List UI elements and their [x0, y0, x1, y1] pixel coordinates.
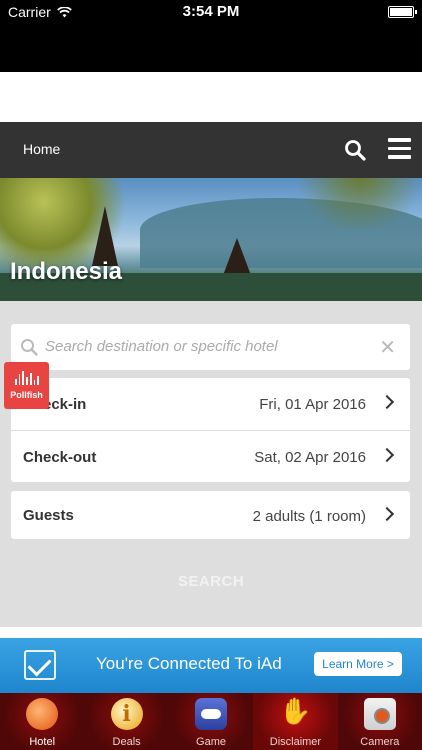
clear-icon[interactable]: ✕ — [379, 335, 396, 360]
guests-value: 2 adults (1 room) — [252, 508, 366, 525]
checkin-value: Fri, 01 Apr 2016 — [259, 396, 366, 413]
checkout-label: Check-out — [23, 449, 97, 466]
menu-icon[interactable] — [388, 138, 412, 162]
tab-bar: Hotel Deals Game Disclaimer Camera — [0, 693, 422, 750]
tab-disclaimer[interactable]: Disclaimer — [253, 693, 338, 750]
guests-row[interactable]: Guests 2 adults (1 room) — [11, 491, 410, 539]
destination-banner: Indonesia — [0, 178, 422, 301]
destination-title: Indonesia — [10, 258, 123, 285]
checkmark-icon — [24, 650, 56, 680]
search-field-icon — [21, 339, 38, 356]
home-link[interactable]: Home — [23, 141, 60, 157]
tab-label: Game — [196, 736, 226, 748]
tab-label: Deals — [112, 736, 141, 748]
tab-label: Disclaimer — [269, 736, 322, 748]
pollfish-icon — [15, 371, 40, 385]
globe-icon — [26, 698, 59, 730]
date-card: Check-in Fri, 01 Apr 2016 Check-out Sat,… — [11, 378, 410, 482]
iad-banner[interactable]: You're Connected To iAd Learn More > — [0, 638, 422, 693]
search-button[interactable]: SEARCH — [0, 573, 422, 590]
hand-icon — [279, 696, 311, 730]
camera-icon — [363, 698, 396, 730]
search-placeholder: Search destination or specific hotel — [45, 338, 278, 355]
tab-deals[interactable]: Deals — [84, 693, 169, 750]
chevron-right-icon — [379, 506, 395, 522]
chevron-right-icon — [379, 394, 395, 410]
checkout-row[interactable]: Check-out Sat, 02 Apr 2016 — [11, 430, 410, 482]
search-icon[interactable] — [343, 138, 367, 162]
iad-text: You're Connected To iAd — [96, 654, 282, 673]
checkout-value: Sat, 02 Apr 2016 — [254, 449, 366, 466]
search-input[interactable]: Search destination or specific hotel ✕ — [11, 324, 410, 370]
info-icon — [110, 698, 143, 730]
guests-card: Guests 2 adults (1 room) — [11, 491, 410, 539]
search-panel: Search destination or specific hotel ✕ C… — [0, 301, 422, 627]
guests-label: Guests — [23, 507, 74, 524]
tab-hotel[interactable]: Hotel — [0, 693, 85, 750]
pollfish-label: Pollfish — [10, 390, 43, 400]
top-spacer — [0, 72, 422, 122]
battery-icon — [388, 6, 417, 18]
clock: 3:54 PM — [182, 3, 240, 20]
gamepad-icon — [195, 698, 228, 730]
tab-camera[interactable]: Camera — [337, 693, 422, 750]
checkin-row[interactable]: Check-in Fri, 01 Apr 2016 — [11, 378, 410, 430]
tab-label: Camera — [360, 736, 400, 748]
chevron-right-icon — [379, 447, 395, 463]
pollfish-badge[interactable]: Pollfish — [4, 362, 49, 409]
tree-foliage — [0, 178, 140, 268]
status-bar: Carrier 3:54 PM — [0, 0, 422, 72]
tab-game[interactable]: Game — [168, 693, 254, 750]
tab-label: Hotel — [29, 736, 56, 748]
tree-foliage-right — [280, 178, 422, 228]
learn-more-button[interactable]: Learn More > — [314, 652, 402, 676]
nav-bar: Home — [0, 122, 422, 178]
